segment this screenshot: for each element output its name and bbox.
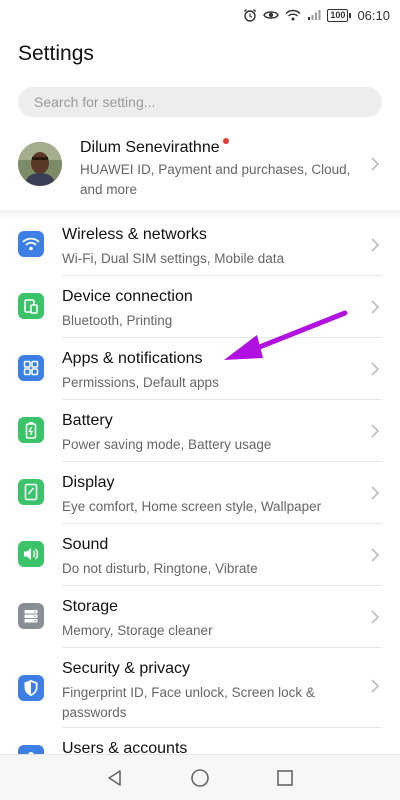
settings-item-subtitle: Permissions, Default apps bbox=[62, 375, 219, 390]
status-bar: 100 06:10 bbox=[0, 0, 400, 30]
avatar bbox=[18, 142, 62, 186]
display-icon bbox=[18, 479, 44, 505]
page-title: Settings bbox=[18, 42, 94, 65]
chevron-right-icon bbox=[371, 610, 380, 624]
alarm-icon bbox=[244, 9, 257, 22]
account-name-row: Dilum Senevirathne bbox=[80, 138, 229, 157]
settings-item-storage[interactable]: Storage Memory, Storage cleaner bbox=[0, 586, 400, 648]
settings-item-device-connection[interactable]: Device connection Bluetooth, Printing bbox=[0, 276, 400, 338]
settings-item-subtitle: Memory, Storage cleaner bbox=[62, 623, 213, 638]
chevron-right-icon bbox=[371, 238, 380, 252]
shield-icon bbox=[18, 675, 44, 701]
eye-comfort-icon bbox=[263, 11, 280, 19]
settings-item-title: Device connection bbox=[62, 288, 193, 305]
home-icon[interactable] bbox=[190, 768, 210, 788]
settings-item-security-privacy[interactable]: Security & privacy Fingerprint ID, Face … bbox=[0, 648, 400, 728]
settings-item-title: Storage bbox=[62, 598, 119, 615]
settings-item-title: Security & privacy bbox=[62, 660, 191, 677]
storage-icon bbox=[18, 603, 44, 629]
sound-icon bbox=[18, 541, 44, 567]
settings-screen: 100 06:10 Settings Search for setting...… bbox=[0, 0, 400, 800]
settings-list: Wireless & networks Wi-Fi, Dual SIM sett… bbox=[0, 214, 400, 790]
apps-grid-icon bbox=[18, 355, 44, 381]
settings-item-subtitle: Fingerprint ID, Face unlock, Screen lock… bbox=[62, 685, 315, 720]
navigation-bar bbox=[0, 754, 400, 800]
search-placeholder: Search for setting... bbox=[34, 94, 156, 110]
battery-tip bbox=[349, 12, 352, 18]
search-input[interactable]: Search for setting... bbox=[18, 87, 382, 117]
back-icon[interactable] bbox=[106, 769, 124, 787]
signal-icon bbox=[308, 10, 321, 20]
settings-item-wireless-networks[interactable]: Wireless & networks Wi-Fi, Dual SIM sett… bbox=[0, 214, 400, 276]
settings-item-title: Apps & notifications bbox=[62, 350, 203, 367]
settings-item-display[interactable]: Display Eye comfort, Home screen style, … bbox=[0, 462, 400, 524]
account-description: HUAWEI ID, Payment and purchases, Cloud,… bbox=[80, 162, 351, 197]
chevron-right-icon bbox=[371, 548, 380, 562]
battery-status: 100 bbox=[327, 8, 352, 22]
battery-icon bbox=[18, 417, 44, 443]
settings-item-title: Wireless & networks bbox=[62, 226, 207, 243]
chevron-right-icon bbox=[371, 679, 380, 693]
account-row[interactable]: Dilum Senevirathne HUAWEI ID, Payment an… bbox=[0, 128, 400, 204]
settings-item-battery[interactable]: Battery Power saving mode, Battery usage bbox=[0, 400, 400, 462]
settings-item-subtitle: Eye comfort, Home screen style, Wallpape… bbox=[62, 499, 322, 514]
battery-level: 100 bbox=[327, 8, 349, 22]
settings-item-subtitle: Bluetooth, Printing bbox=[62, 313, 173, 328]
settings-item-apps-notifications[interactable]: Apps & notifications Permissions, Defaul… bbox=[0, 338, 400, 400]
chevron-right-icon bbox=[371, 300, 380, 314]
notification-dot bbox=[222, 138, 229, 144]
wifi-status-icon bbox=[285, 9, 301, 21]
settings-item-subtitle: Wi-Fi, Dual SIM settings, Mobile data bbox=[62, 251, 285, 266]
settings-item-title: Sound bbox=[62, 536, 109, 553]
settings-item-subtitle: Do not disturb, Ringtone, Vibrate bbox=[62, 561, 258, 576]
chevron-right-icon bbox=[371, 424, 380, 438]
settings-item-title: Battery bbox=[62, 412, 113, 429]
device-connection-icon bbox=[18, 293, 44, 319]
settings-item-subtitle: Power saving mode, Battery usage bbox=[62, 437, 272, 452]
wifi-icon bbox=[18, 231, 44, 257]
settings-item-sound[interactable]: Sound Do not disturb, Ringtone, Vibrate bbox=[0, 524, 400, 586]
chevron-right-icon bbox=[371, 362, 380, 376]
chevron-right-icon bbox=[371, 486, 380, 500]
settings-item-title: Display bbox=[62, 474, 115, 491]
chevron-right-icon bbox=[371, 157, 380, 171]
account-name: Dilum Senevirathne bbox=[80, 139, 220, 156]
recents-icon[interactable] bbox=[276, 769, 294, 787]
clock: 06:10 bbox=[357, 7, 390, 23]
